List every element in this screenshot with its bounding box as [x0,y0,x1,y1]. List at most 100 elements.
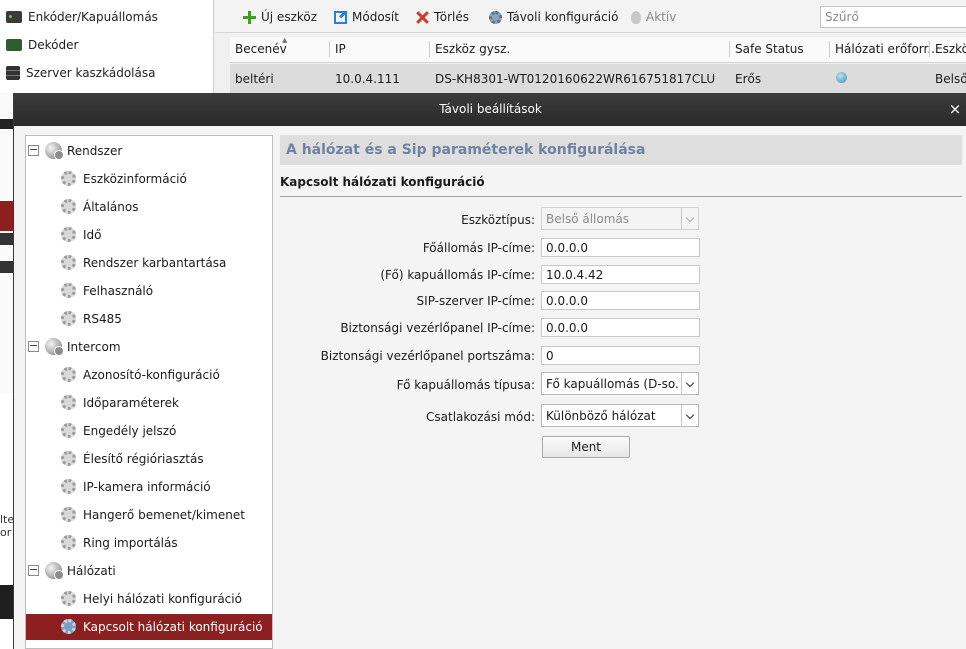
section-divider [280,196,962,197]
activate-button[interactable]: Aktív [631,8,676,26]
column-label: Becenév [235,42,287,56]
gear-icon [61,255,76,270]
column-safe-status[interactable]: Safe Status [735,42,804,56]
tree-item-rs485[interactable]: RS485 [26,306,272,332]
device-type-select: Belső állomás [541,207,699,230]
tree-label: IP-kamera információ [83,480,211,494]
tree-item-ring-import[interactable]: Ring importálás [26,530,272,556]
column-ip[interactable]: IP [335,42,346,56]
sidebar-item-decoder[interactable]: Dekóder [6,34,78,56]
tree-label: Élesítő régióriasztás [83,452,204,466]
collapse-icon[interactable]: − [28,564,39,576]
sip-ip-field[interactable] [541,291,700,310]
save-button[interactable]: Ment [542,436,630,458]
tree-label: Általános [83,200,139,214]
column-divider[interactable] [929,41,930,57]
cell-ip: 10.0.4.111 [335,72,400,86]
cell-serial: DS-KH8301-WT0120160622WR616751817CLU [435,72,716,86]
column-divider[interactable] [429,41,430,57]
column-divider[interactable] [829,41,830,57]
encoder-icon [6,11,22,23]
modify-button[interactable]: Módosít [334,8,399,26]
column-device[interactable]: Eszköz [935,42,966,56]
tree-label: Hangerő bemenet/kimenet [83,508,245,522]
chevron-down-icon [681,208,698,229]
tree-item-time[interactable]: Idő [26,222,272,248]
tree-group-system[interactable]: − Rendszer [26,138,272,164]
bulb-icon [631,10,641,24]
gear-icon [61,283,76,298]
gear-icon [61,619,76,634]
decoder-icon [6,39,22,51]
chevron-down-icon[interactable] [681,405,698,426]
tree-item-time-params[interactable]: Időparaméterek [26,390,272,416]
panel-port-field[interactable] [541,346,700,365]
collapse-icon[interactable]: − [28,340,39,352]
tree-item-permission-password[interactable]: Engedély jelszó [26,418,272,444]
door-type-select[interactable]: Fő kapuállomás (D-so... [541,372,699,395]
filter-input[interactable] [820,6,966,28]
sidebar-item-encoder[interactable]: Enkóder/Kapuállomás [6,6,158,28]
column-serial[interactable]: Eszköz gysz. [435,42,510,56]
table-row[interactable]: beltéri 10.0.4.111 DS-KH8301-WT012016062… [230,64,966,93]
cell-device: Belső [935,72,966,86]
tree-label: Engedély jelszó [83,424,177,438]
close-button[interactable]: × [946,99,964,119]
gear-icon [61,451,76,466]
tree-item-zone-alarm[interactable]: Élesítő régióriasztás [26,446,272,472]
column-divider[interactable] [329,41,330,57]
tree-label: Helyi hálózati konfiguráció [83,592,242,606]
tree-item-linked-network[interactable]: Kapcsolt hálózati konfiguráció [26,614,272,640]
gear-icon [61,507,76,522]
delete-icon [416,11,429,24]
master-ip-label: Főállomás IP-címe: [422,241,535,255]
sidebar-item-label: Dekóder [28,38,79,52]
tree-label: Kapcsolt hálózati konfiguráció [83,620,263,634]
column-divider[interactable] [729,41,730,57]
tree-group-intercom[interactable]: − Intercom [26,334,272,360]
remote-config-button[interactable]: Távoli konfiguráció [489,8,618,26]
dialog-titlebar[interactable]: Távoli beállítások × [14,93,966,126]
tree-group-network[interactable]: − Hálózati [26,558,272,584]
settings-globe-icon [45,338,64,356]
main-door-ip-field[interactable] [541,265,700,284]
tree-label: RS485 [83,312,122,326]
new-device-button[interactable]: Új eszköz [243,8,317,26]
tree-label: Hálózati [67,564,116,578]
background-window-edge: lte or [0,93,13,649]
sort-up-icon: ▲ [282,36,288,44]
tree-label: Felhasználó [83,284,154,298]
gear-icon [61,535,76,550]
dialog-title: Távoli beállítások [439,102,542,116]
chevron-down-icon[interactable] [681,373,698,394]
tree-item-device-info[interactable]: Eszközinformáció [26,166,272,192]
gear-icon [61,199,76,214]
master-ip-field[interactable] [541,238,700,257]
column-nickname[interactable]: Becenév ▲ [235,36,287,56]
tree-item-volume-io[interactable]: Hangerő bemenet/kimenet [26,502,272,528]
device-type-label: Eszköztípus: [461,213,535,227]
tree-item-id-config[interactable]: Azonosító-konfiguráció [26,362,272,388]
tree-item-user[interactable]: Felhasználó [26,278,272,304]
tree-item-maintenance[interactable]: Rendszer karbantartása [26,250,272,276]
panel-ip-field[interactable] [541,318,700,337]
tree-label: Időparaméterek [83,396,179,410]
sidebar-item-server-cascade[interactable]: Szerver kaszkádolása [6,62,155,84]
tree-item-ip-camera[interactable]: IP-kamera információ [26,474,272,500]
tree-item-local-network[interactable]: Helyi hálózati konfiguráció [26,586,272,612]
gear-icon [489,10,502,24]
panel-port-label: Biztonsági vezérlőpanel portszáma: [320,349,535,363]
close-icon: × [948,100,962,118]
connection-mode-value: Különböző hálózat [546,409,656,423]
delete-button[interactable]: Törlés [416,8,469,26]
remote-config-label: Távoli konfiguráció [507,10,619,24]
connection-mode-select[interactable]: Különböző hálózat [541,404,699,427]
tree-label: Eszközinformáció [83,172,187,186]
sidebar-item-label: Szerver kaszkádolása [26,66,156,80]
gear-icon [61,591,76,606]
column-network-resource[interactable]: Hálózati erőforr... [835,42,939,56]
tree-item-general[interactable]: Általános [26,194,272,220]
remote-settings-dialog: Távoli beállítások × − Rendszer Eszközin… [13,93,966,649]
collapse-icon[interactable]: − [28,144,39,156]
modify-label: Módosít [352,10,399,24]
